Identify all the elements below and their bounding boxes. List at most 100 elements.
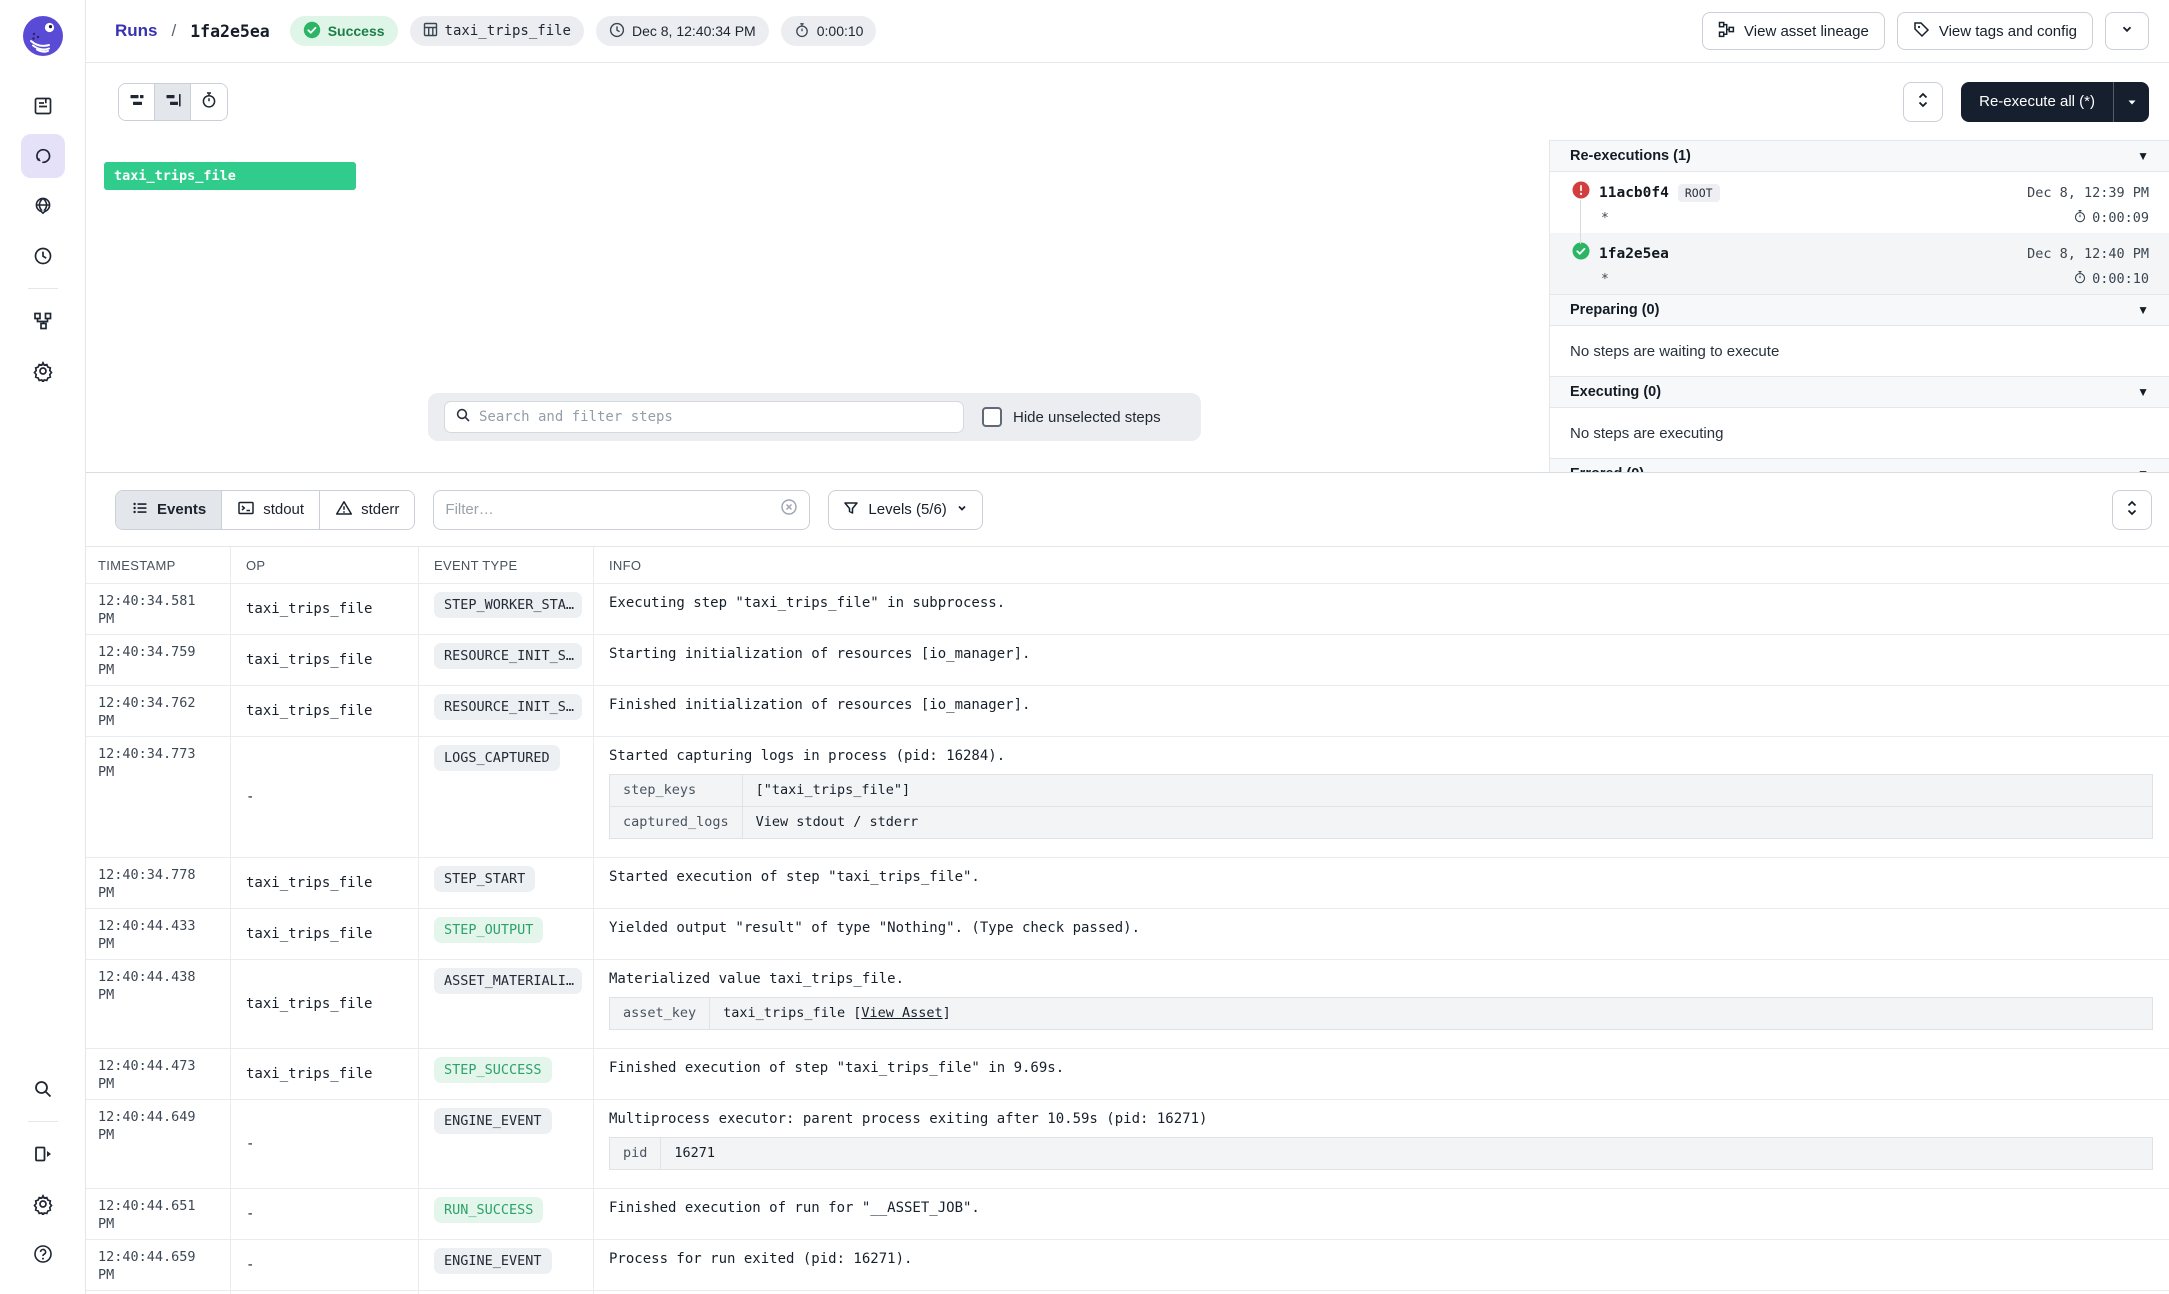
reexecution-row[interactable]: 11acb0f4ROOTDec 8, 12:39 PM*0:00:09 <box>1550 172 2169 233</box>
run-duration: 0:00:10 <box>2073 270 2149 288</box>
event-timestamp[interactable]: 12:40:34.762PM <box>86 686 231 736</box>
event-time: 12:40:44.651 <box>98 1197 222 1215</box>
event-op-name: taxi_trips_file <box>246 652 372 668</box>
preparing-section-header[interactable]: Preparing (0) ▼ <box>1550 294 2169 326</box>
metadata-link[interactable]: View Asset <box>861 1005 942 1021</box>
event-row: 12:40:44.473PMtaxi_trips_fileSTEP_SUCCES… <box>86 1049 2169 1100</box>
event-row: 12:40:34.581PMtaxi_trips_fileSTEP_WORKER… <box>86 584 2169 635</box>
expand-panel-button[interactable] <box>21 1132 65 1176</box>
event-timestamp[interactable]: 12:40:34.581PM <box>86 584 231 634</box>
log-type-tabs: Events stdout stderr <box>115 490 415 530</box>
clipped-section: Errored (0) ▼ <box>1550 458 2169 472</box>
metadata-row: captured_logsView stdout / stderr <box>610 807 2153 839</box>
event-meridiem: PM <box>98 1126 222 1144</box>
event-metadata-table: pid16271 <box>609 1137 2153 1170</box>
expand-gantt-button[interactable] <box>1903 82 1943 122</box>
gantt-flat-view-button[interactable] <box>119 84 155 120</box>
event-info: Yielded output "result" of type "Nothing… <box>594 909 2169 959</box>
help-button[interactable] <box>21 1232 65 1276</box>
event-time: 12:40:34.773 <box>98 745 222 763</box>
search-icon <box>455 407 471 428</box>
breadcrumb-runs-link[interactable]: Runs <box>115 21 158 41</box>
log-filter-input[interactable] <box>445 501 772 518</box>
tab-stdout[interactable]: stdout <box>222 491 320 529</box>
event-timestamp[interactable]: 12:40:44.659PM <box>86 1240 231 1290</box>
event-type-cell: RESOURCE_INIT_S… <box>419 686 594 736</box>
event-type-badge: ENGINE_EVENT <box>434 1108 552 1134</box>
event-timestamp[interactable]: 12:40:34.773PM <box>86 737 231 857</box>
errored-section-header[interactable]: Errored (0) ▼ <box>1550 458 2169 472</box>
event-info-text: Finished execution of step "taxi_trips_f… <box>609 1059 2153 1078</box>
stopwatch-icon <box>2073 270 2087 288</box>
schedules-nav-button[interactable] <box>21 234 65 278</box>
event-timestamp[interactable]: 12:40:44.438PM <box>86 960 231 1048</box>
warning-triangle-icon <box>335 499 353 521</box>
event-info-text: Yielded output "result" of type "Nothing… <box>609 919 2153 938</box>
run-id-link[interactable]: 1fa2e5ea <box>1599 246 1669 262</box>
step-node-taxi-trips-file[interactable]: taxi_trips_file <box>104 162 356 190</box>
event-op-name: - <box>246 789 254 805</box>
reexecutions-section-header[interactable]: Re-executions (1) ▼ <box>1550 140 2169 172</box>
event-info: Starting initialization of resources [io… <box>594 635 2169 685</box>
event-time: 12:40:44.659 <box>98 1248 222 1266</box>
hide-unselected-checkbox[interactable] <box>982 407 1002 427</box>
event-timestamp[interactable]: 12:40:44.433PM <box>86 909 231 959</box>
dagster-logo[interactable] <box>21 14 65 58</box>
event-meridiem: PM <box>98 610 222 628</box>
event-op-name: - <box>246 1257 254 1273</box>
view-asset-lineage-button[interactable]: View asset lineage <box>1702 12 1885 50</box>
step-search-box[interactable] <box>444 401 964 433</box>
overview-nav-button[interactable] <box>21 84 65 128</box>
event-info-text: Executing step "taxi_trips_file" in subp… <box>609 594 2153 613</box>
gantt-waterfall-icon <box>164 91 182 113</box>
clear-filter-icon[interactable] <box>780 498 798 521</box>
event-meridiem: PM <box>98 661 222 679</box>
reexecute-options-caret[interactable] <box>2113 82 2149 122</box>
metadata-value: View stdout / stderr <box>742 807 2152 839</box>
executing-section-header[interactable]: Executing (0) ▼ <box>1550 376 2169 408</box>
event-info-text: Materialized value taxi_trips_file. <box>609 970 2153 989</box>
event-timestamp[interactable]: 12:40:44.473PM <box>86 1049 231 1099</box>
expand-logs-button[interactable] <box>2112 490 2152 530</box>
event-type-cell: STEP_SUCCESS <box>419 1049 594 1099</box>
lineage-icon <box>1718 21 1735 42</box>
help-icon <box>32 1243 54 1265</box>
reexecution-row-detail: * 0:00:10 <box>1601 270 2149 288</box>
event-type-badge: LOGS_CAPTURED <box>434 745 560 771</box>
hide-unselected-toggle[interactable]: Hide unselected steps <box>982 407 1161 427</box>
metadata-key: pid <box>610 1138 661 1170</box>
metadata-value-text: ["taxi_trips_file"] <box>756 782 910 798</box>
user-settings-button[interactable] <box>21 1182 65 1226</box>
tab-stderr[interactable]: stderr <box>320 491 414 529</box>
more-actions-button[interactable] <box>2105 12 2149 50</box>
reexecution-row[interactable]: 1fa2e5eaDec 8, 12:40 PM*0:00:10 <box>1550 233 2169 294</box>
step-search-input[interactable] <box>479 409 953 425</box>
search-nav-button[interactable] <box>21 1067 65 1111</box>
event-info: Finished execution of step "taxi_trips_f… <box>594 1049 2169 1099</box>
tab-events[interactable]: Events <box>116 491 222 529</box>
check-circle-icon <box>303 21 321 42</box>
event-info: Finished initialization of resources [io… <box>594 686 2169 736</box>
event-op-name: - <box>246 1136 254 1152</box>
view-tags-config-button[interactable]: View tags and config <box>1897 12 2093 50</box>
event-timestamp[interactable]: 12:40:34.778PM <box>86 858 231 908</box>
gantt-waterfall-view-button[interactable] <box>155 84 191 120</box>
levels-filter-button[interactable]: Levels (5/6) <box>828 490 982 530</box>
run-success-icon <box>1572 242 1590 265</box>
log-filter-box[interactable] <box>433 490 810 530</box>
settings-nav-button[interactable] <box>21 349 65 393</box>
event-timestamp[interactable]: 12:40:44.649PM <box>86 1100 231 1188</box>
event-metadata-table: step_keys["taxi_trips_file"]captured_log… <box>609 774 2153 839</box>
metadata-link[interactable]: View stdout / stderr <box>756 814 919 830</box>
event-timestamp[interactable]: 12:40:44.651PM <box>86 1189 231 1239</box>
deployment-nav-button[interactable] <box>21 184 65 228</box>
runs-nav-button[interactable] <box>21 134 65 178</box>
run-id-link[interactable]: 11acb0f4 <box>1599 185 1669 201</box>
step-selection: * <box>1601 272 1609 287</box>
reexecute-all-button[interactable]: Re-execute all (*) <box>1961 82 2149 122</box>
lineage-nav-button[interactable] <box>21 299 65 343</box>
timer-view-button[interactable] <box>191 84 227 120</box>
event-row: 12:40:44.659PM-ENGINE_EVENTProcess for r… <box>86 1240 2169 1291</box>
event-timestamp[interactable]: 12:40:34.759PM <box>86 635 231 685</box>
root-badge: ROOT <box>1678 184 1720 202</box>
